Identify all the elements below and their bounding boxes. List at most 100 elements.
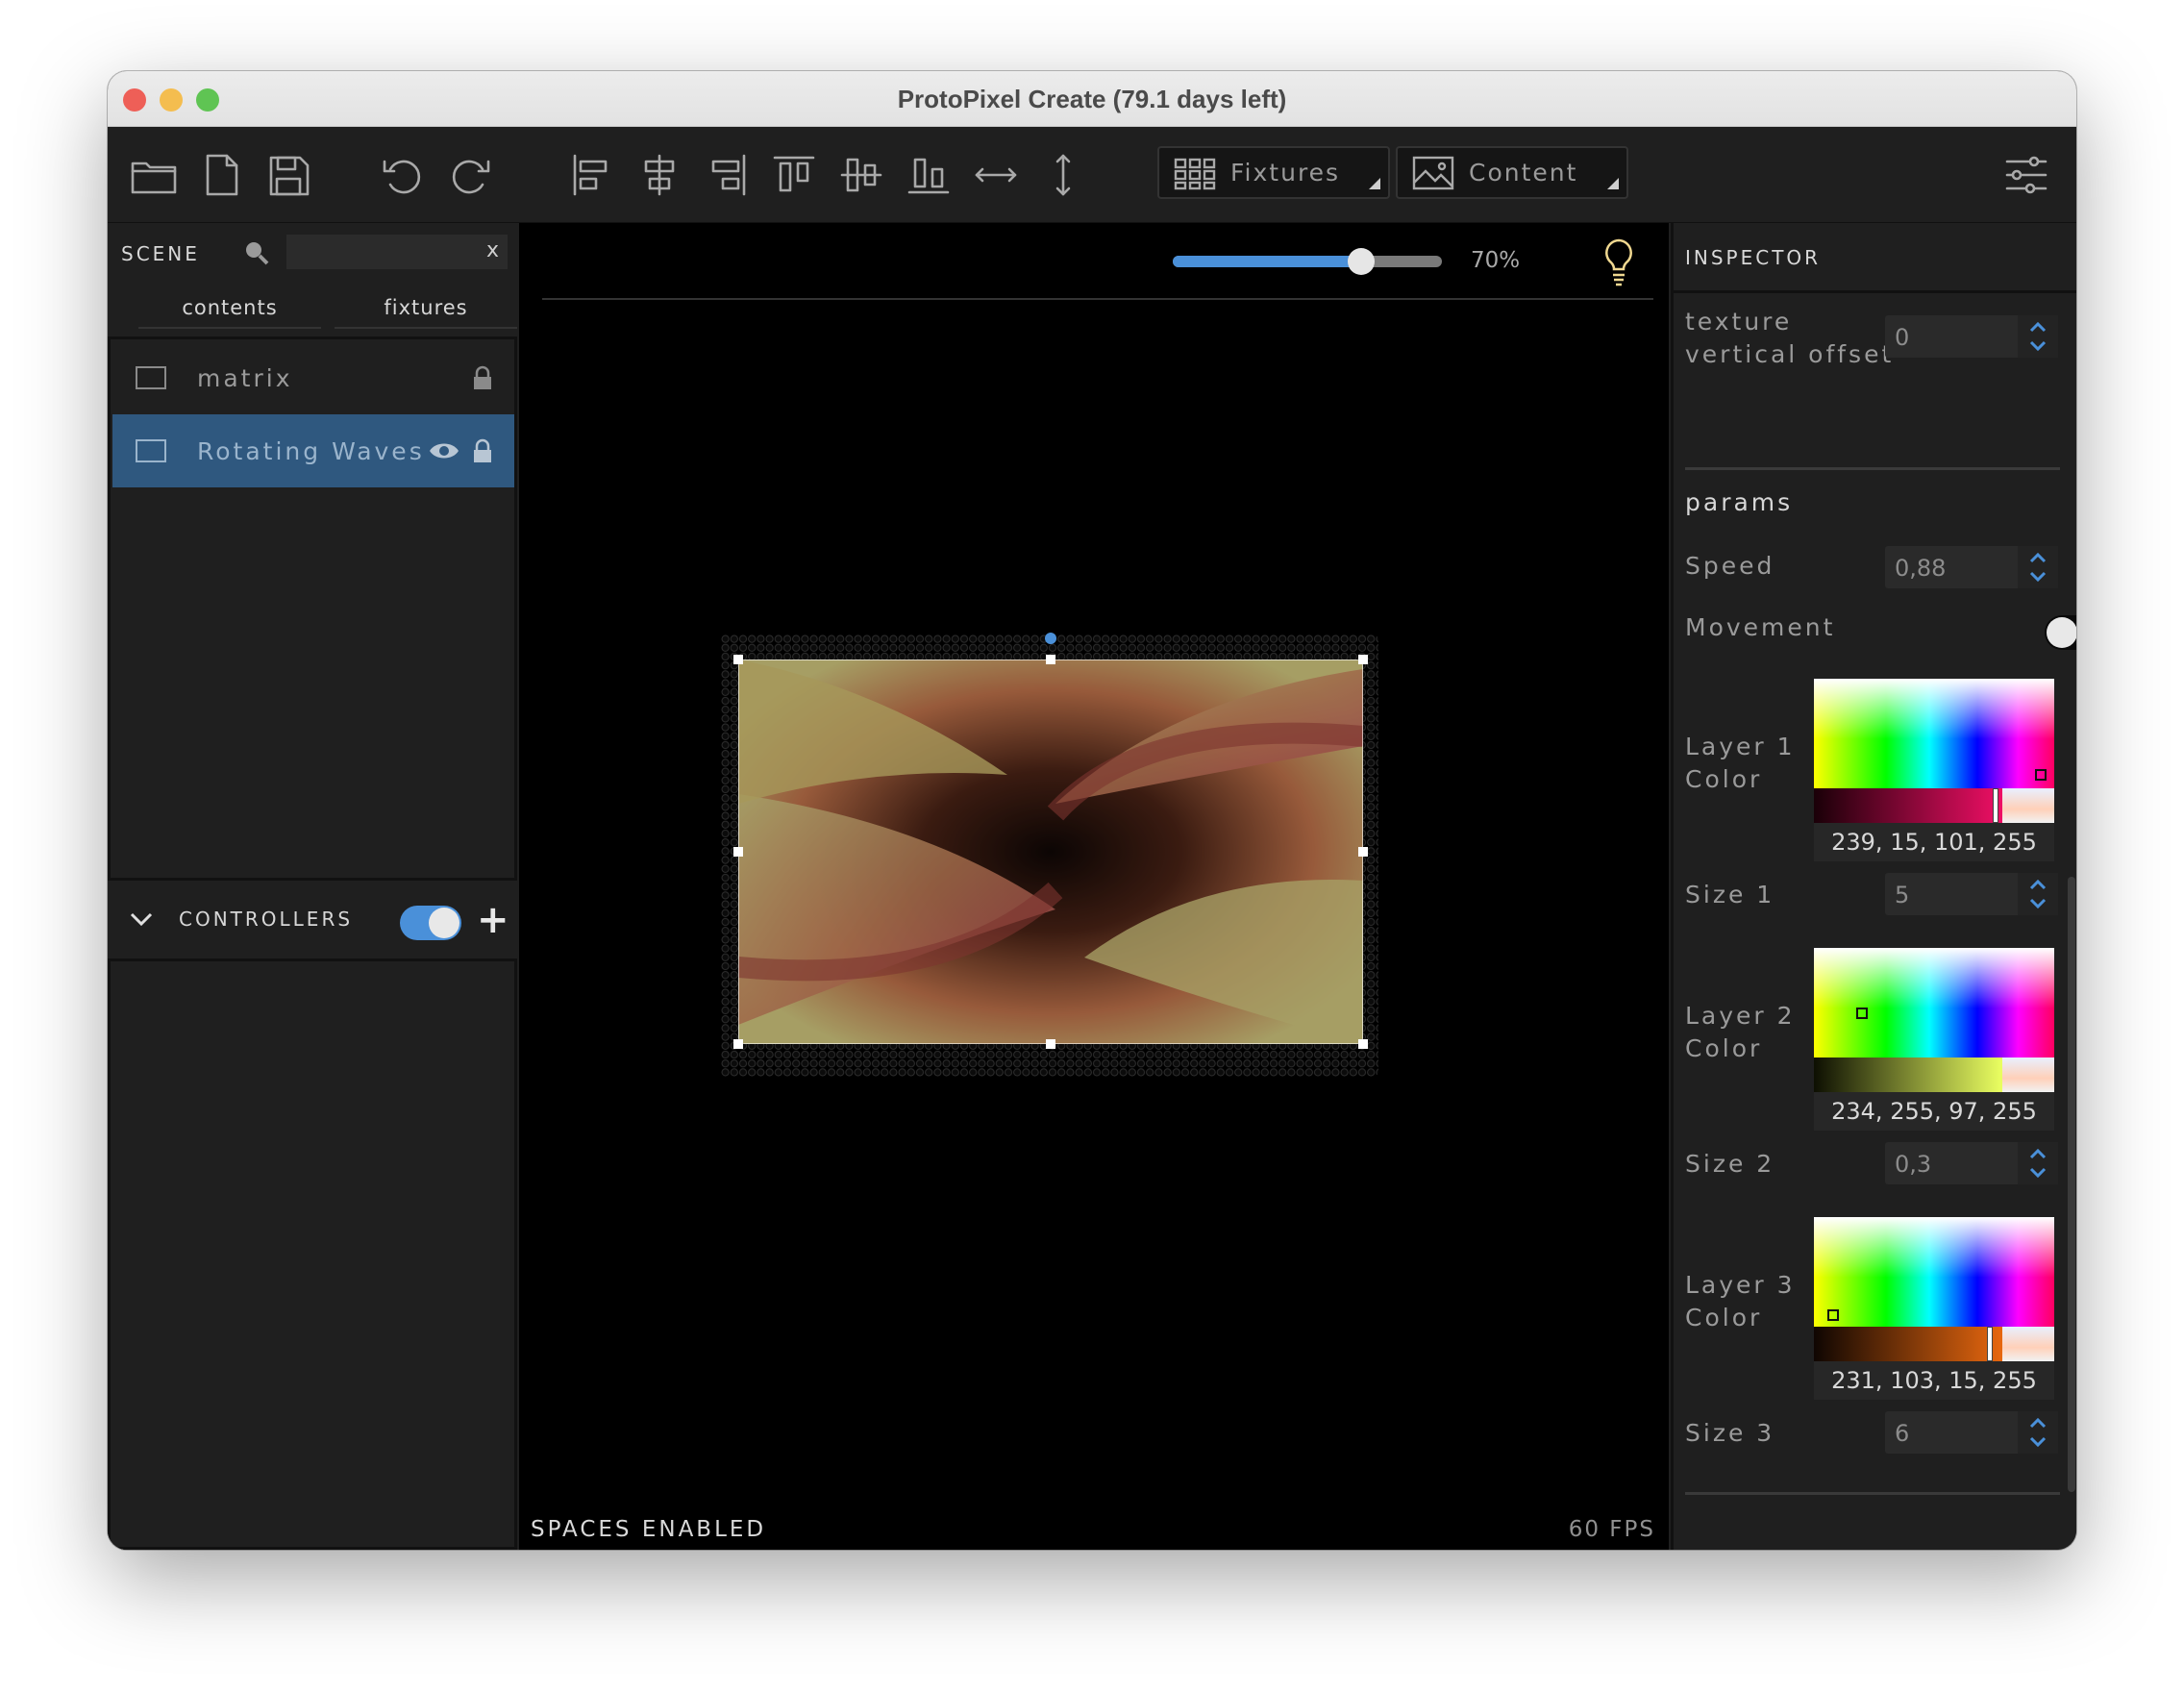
layer3-rgba-value: 231, 103, 15, 255 — [1814, 1361, 2054, 1400]
inspector-scrollbar[interactable] — [2068, 877, 2075, 1492]
size2-field[interactable]: 0,3 — [1885, 1142, 2058, 1184]
inspector-divider — [1674, 290, 2076, 293]
redo-icon[interactable] — [442, 146, 500, 204]
zoom-slider-knob[interactable] — [1348, 248, 1375, 275]
alpha-bar[interactable] — [2002, 1058, 2054, 1092]
field-value: 6 — [1895, 1420, 1910, 1447]
color-cursor[interactable] — [1827, 1309, 1839, 1321]
scene-item-label: Rotating Waves — [197, 436, 425, 465]
movement-label: Movement — [1685, 613, 1836, 641]
size1-field[interactable]: 5 — [1885, 873, 2058, 915]
section-divider — [1685, 467, 2060, 470]
scene-item-rotating-waves[interactable]: Rotating Waves — [112, 414, 514, 487]
resize-handle-right[interactable] — [1358, 847, 1368, 857]
layer1-color-label: Layer 1 Color — [1685, 733, 1796, 793]
align-top-icon[interactable] — [765, 146, 823, 204]
size3-label: Size 3 — [1685, 1419, 1775, 1447]
undo-icon[interactable] — [373, 146, 431, 204]
chevron-down-icon[interactable] — [129, 909, 154, 929]
selection-box[interactable] — [738, 659, 1363, 1044]
stepper-icon[interactable] — [2018, 1142, 2058, 1184]
lightbulb-icon[interactable] — [1600, 236, 1638, 286]
toggle-knob — [2047, 617, 2076, 648]
lock-icon[interactable] — [472, 438, 493, 463]
stepper-icon[interactable] — [2018, 873, 2058, 915]
fixtures-dropdown[interactable]: Fixtures — [1157, 146, 1390, 199]
fixture-matrix[interactable] — [721, 633, 1378, 1077]
resize-handle-bottom-left[interactable] — [733, 1039, 743, 1049]
fixtures-dropdown-label: Fixtures — [1230, 159, 1341, 187]
window-title: ProtoPixel Create (79.1 days left) — [897, 85, 1287, 113]
params-heading: params — [1685, 488, 1794, 516]
grid-icon — [1174, 158, 1216, 189]
shade-bar[interactable] — [1814, 1327, 2002, 1361]
texture-offset-field[interactable]: 0 — [1885, 315, 2058, 358]
distribute-horizontal-icon[interactable] — [967, 146, 1025, 204]
align-left-icon[interactable] — [563, 146, 621, 204]
align-right-icon[interactable] — [698, 146, 756, 204]
shade-bar[interactable] — [1814, 1058, 2002, 1092]
dropdown-corner-icon — [1369, 178, 1380, 189]
layer1-rgba-value: 239, 15, 101, 255 — [1814, 823, 2054, 861]
controllers-list — [108, 958, 517, 1550]
size2-label: Size 2 — [1685, 1150, 1775, 1178]
settings-sliders-icon[interactable] — [1998, 146, 2055, 204]
lock-icon[interactable] — [472, 365, 493, 390]
alpha-bar[interactable] — [2002, 1327, 2054, 1361]
section-divider — [1685, 1492, 2060, 1495]
save-icon[interactable] — [260, 146, 317, 204]
tab-fixtures[interactable]: fixtures — [335, 286, 517, 329]
shade-marker[interactable] — [1993, 788, 1998, 823]
shade-marker[interactable] — [1987, 1327, 1993, 1361]
movement-toggle[interactable] — [2045, 615, 2076, 650]
toolbar — [108, 127, 2076, 223]
color-cursor[interactable] — [1856, 1008, 1868, 1019]
resize-handle-top[interactable] — [1046, 655, 1055, 664]
align-bottom-icon[interactable] — [900, 146, 957, 204]
image-icon — [1412, 156, 1454, 189]
eye-icon[interactable] — [428, 439, 460, 462]
stepper-icon[interactable] — [2018, 1411, 2058, 1454]
align-center-v-icon[interactable] — [832, 146, 890, 204]
resize-handle-top-left[interactable] — [733, 655, 743, 664]
new-file-icon[interactable] — [192, 146, 250, 204]
resize-handle-bottom-right[interactable] — [1358, 1039, 1368, 1049]
color-spectrum[interactable] — [1814, 679, 2054, 788]
field-value: 5 — [1895, 882, 1910, 908]
controllers-toggle[interactable] — [400, 906, 461, 940]
item-checkbox[interactable] — [136, 366, 166, 389]
size3-field[interactable]: 6 — [1885, 1411, 2058, 1454]
speed-field[interactable]: 0,88 — [1885, 546, 2058, 588]
app-window: ProtoPixel Create (79.1 days left) Fixtu… — [108, 71, 2076, 1550]
layer1-color-picker[interactable] — [1814, 679, 2054, 823]
color-spectrum[interactable] — [1814, 1217, 2054, 1327]
color-spectrum[interactable] — [1814, 948, 2054, 1058]
layer3-color-label: Layer 3 Color — [1685, 1271, 1796, 1331]
layer2-color-label: Layer 2 Color — [1685, 1002, 1796, 1062]
align-center-h-icon[interactable] — [631, 146, 688, 204]
clear-search-button[interactable]: x — [486, 238, 499, 262]
layer2-color-picker[interactable] — [1814, 948, 2054, 1092]
tab-contents[interactable]: contents — [138, 286, 321, 329]
open-folder-icon[interactable] — [125, 146, 183, 204]
color-cursor[interactable] — [2035, 769, 2047, 781]
content-dropdown[interactable]: Content — [1396, 146, 1628, 199]
stepper-icon[interactable] — [2018, 315, 2058, 358]
scene-search-input[interactable] — [286, 235, 508, 269]
field-value: 0,88 — [1895, 555, 1947, 582]
resize-handle-top-right[interactable] — [1358, 655, 1368, 664]
item-checkbox[interactable] — [136, 439, 166, 462]
zoom-slider[interactable] — [1173, 256, 1442, 267]
layer3-color-picker[interactable] — [1814, 1217, 2054, 1361]
field-value: 0 — [1895, 324, 1910, 351]
alpha-bar[interactable] — [2002, 788, 2054, 823]
shade-bar[interactable] — [1814, 788, 2002, 823]
resize-handle-left[interactable] — [733, 847, 743, 857]
viewport[interactable]: 70% SPACES ENABLED 60 FPS — [519, 223, 1669, 1550]
scene-item-matrix[interactable]: matrix — [112, 341, 514, 414]
rotation-handle[interactable] — [1045, 633, 1056, 644]
resize-handle-bottom[interactable] — [1046, 1039, 1055, 1049]
add-controller-button[interactable]: + — [477, 898, 509, 942]
stepper-icon[interactable] — [2018, 546, 2058, 588]
distribute-vertical-icon[interactable] — [1034, 146, 1092, 204]
